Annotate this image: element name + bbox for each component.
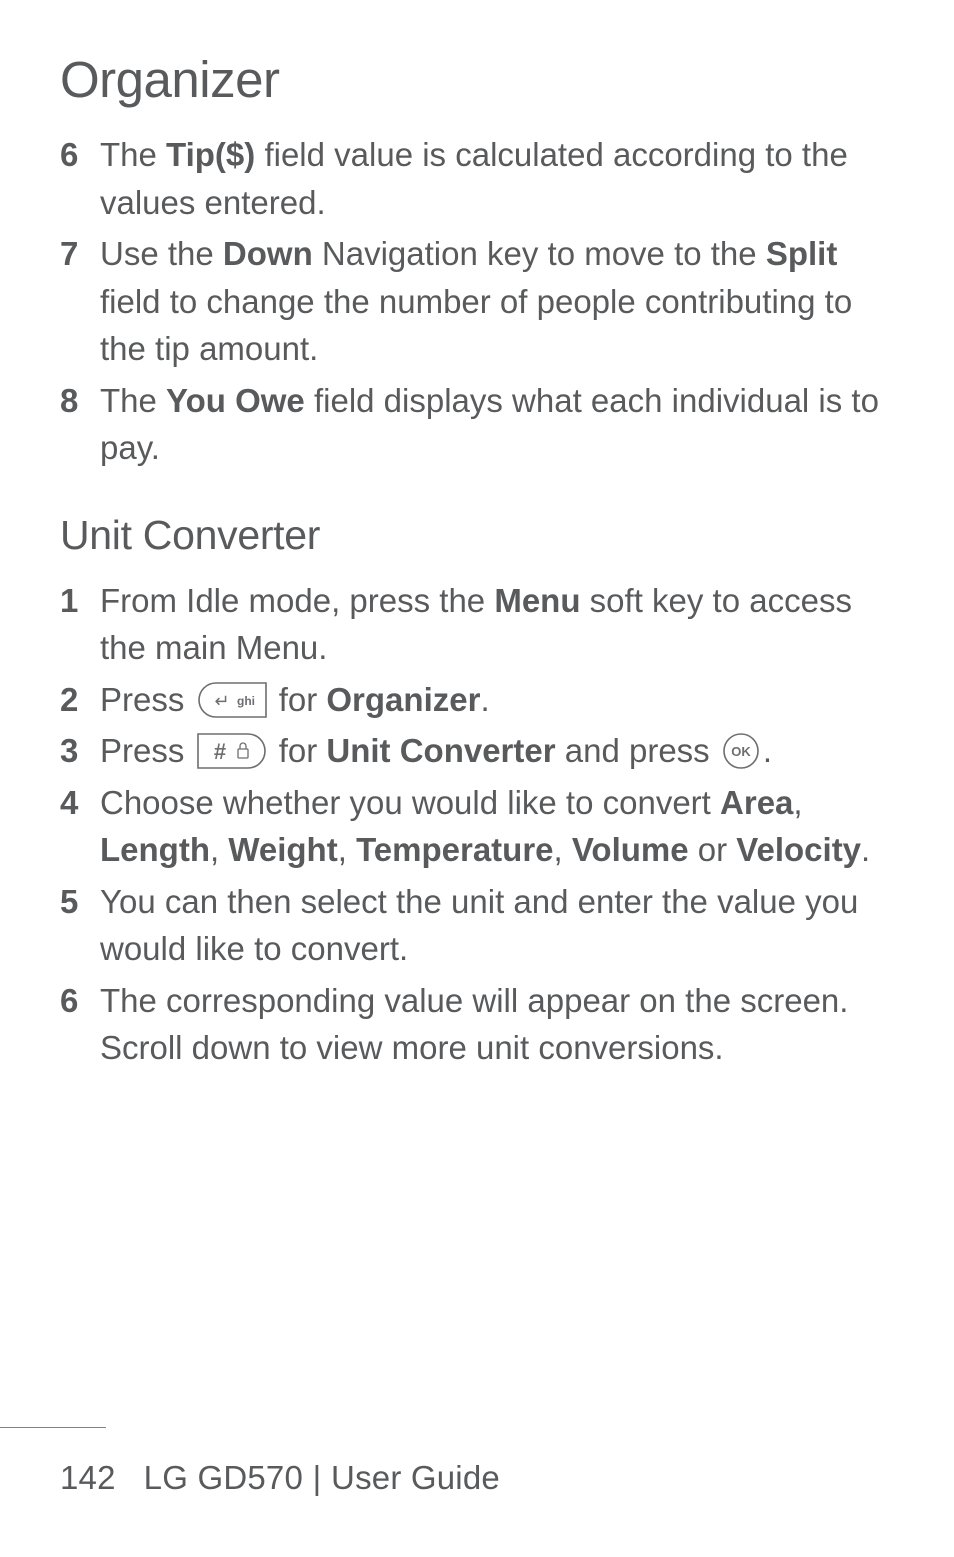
text-run: Use the: [100, 235, 223, 272]
instruction-list-bottom: 1From Idle mode, press the Menu soft key…: [60, 577, 894, 1072]
four-ghi-key-icon: ↵ ghi: [196, 680, 268, 720]
step-body: You can then select the unit and enter t…: [100, 878, 894, 973]
step-number: 7: [60, 230, 100, 373]
instruction-item: 3Press # for Unit Converter and press OK…: [60, 727, 894, 775]
text-run: ,: [338, 831, 356, 868]
bold-text: Velocity: [736, 831, 861, 868]
page-title: Organizer: [60, 50, 894, 109]
step-number: 8: [60, 377, 100, 472]
svg-text:↵: ↵: [214, 691, 229, 711]
instruction-item: 7Use the Down Navigation key to move to …: [60, 230, 894, 373]
instruction-item: 4Choose whether you would like to conver…: [60, 779, 894, 874]
product-name: LG GD570: [144, 1459, 303, 1496]
guide-label: User Guide: [331, 1459, 500, 1496]
svg-text:OK: OK: [731, 744, 751, 759]
bold-text: Tip($): [166, 136, 255, 173]
page-number: 142: [60, 1459, 116, 1496]
hash-key-icon: #: [196, 731, 268, 771]
step-body: From Idle mode, press the Menu soft key …: [100, 577, 894, 672]
text-run: ,: [210, 831, 228, 868]
bold-text: Temperature: [356, 831, 553, 868]
step-body: Press ↵ ghi for Organizer.: [100, 676, 894, 724]
footer-rule: [0, 1427, 106, 1428]
bold-text: Split: [766, 235, 838, 272]
step-number: 2: [60, 676, 100, 724]
text-run: for: [270, 732, 327, 769]
text-run: Press: [100, 732, 194, 769]
bold-text: You Owe: [166, 382, 305, 419]
text-run: You can then select the unit and enter t…: [100, 883, 858, 968]
bold-text: Organizer: [326, 681, 480, 718]
text-run: ,: [793, 784, 802, 821]
bold-text: Unit Converter: [326, 732, 555, 769]
step-body: Press # for Unit Converter and press OK.: [100, 727, 894, 775]
bold-text: Menu: [494, 582, 580, 619]
text-run: The corresponding value will appear on t…: [100, 982, 848, 1067]
ok-key-icon: OK: [721, 731, 761, 771]
instruction-item: 6The corresponding value will appear on …: [60, 977, 894, 1072]
bold-text: Volume: [572, 831, 689, 868]
text-run: Press: [100, 681, 194, 718]
instruction-item: 2Press ↵ ghi for Organizer.: [60, 676, 894, 724]
bold-text: Weight: [228, 831, 337, 868]
section-heading: Unit Converter: [60, 512, 894, 559]
text-run: Navigation key to move to the: [313, 235, 766, 272]
svg-text:#: #: [213, 739, 225, 764]
text-run: and press: [556, 732, 719, 769]
text-run: or: [689, 831, 737, 868]
instruction-item: 6The Tip($) field value is calculated ac…: [60, 131, 894, 226]
bold-text: Length: [100, 831, 210, 868]
bold-text: Down: [223, 235, 313, 272]
page-footer: 142LG GD570|User Guide: [0, 1459, 954, 1497]
text-run: The: [100, 382, 166, 419]
step-number: 4: [60, 779, 100, 874]
text-run: ,: [554, 831, 572, 868]
text-run: field to change the number of people con…: [100, 283, 852, 368]
text-run: Choose whether you would like to convert: [100, 784, 720, 821]
bold-text: Area: [720, 784, 793, 821]
step-body: Choose whether you would like to convert…: [100, 779, 894, 874]
instruction-item: 1From Idle mode, press the Menu soft key…: [60, 577, 894, 672]
step-number: 6: [60, 131, 100, 226]
step-number: 6: [60, 977, 100, 1072]
text-run: The: [100, 136, 166, 173]
svg-text:ghi: ghi: [237, 694, 255, 708]
instruction-list-top: 6The Tip($) field value is calculated ac…: [60, 131, 894, 472]
instruction-item: 8The You Owe field displays what each in…: [60, 377, 894, 472]
step-number: 5: [60, 878, 100, 973]
text-run: From Idle mode, press the: [100, 582, 494, 619]
text-run: .: [861, 831, 870, 868]
step-body: The corresponding value will appear on t…: [100, 977, 894, 1072]
step-number: 1: [60, 577, 100, 672]
step-body: Use the Down Navigation key to move to t…: [100, 230, 894, 373]
step-number: 3: [60, 727, 100, 775]
text-run: .: [763, 732, 772, 769]
text-run: .: [480, 681, 489, 718]
text-run: for: [270, 681, 327, 718]
instruction-item: 5You can then select the unit and enter …: [60, 878, 894, 973]
step-body: The Tip($) field value is calculated acc…: [100, 131, 894, 226]
step-body: The You Owe field displays what each ind…: [100, 377, 894, 472]
